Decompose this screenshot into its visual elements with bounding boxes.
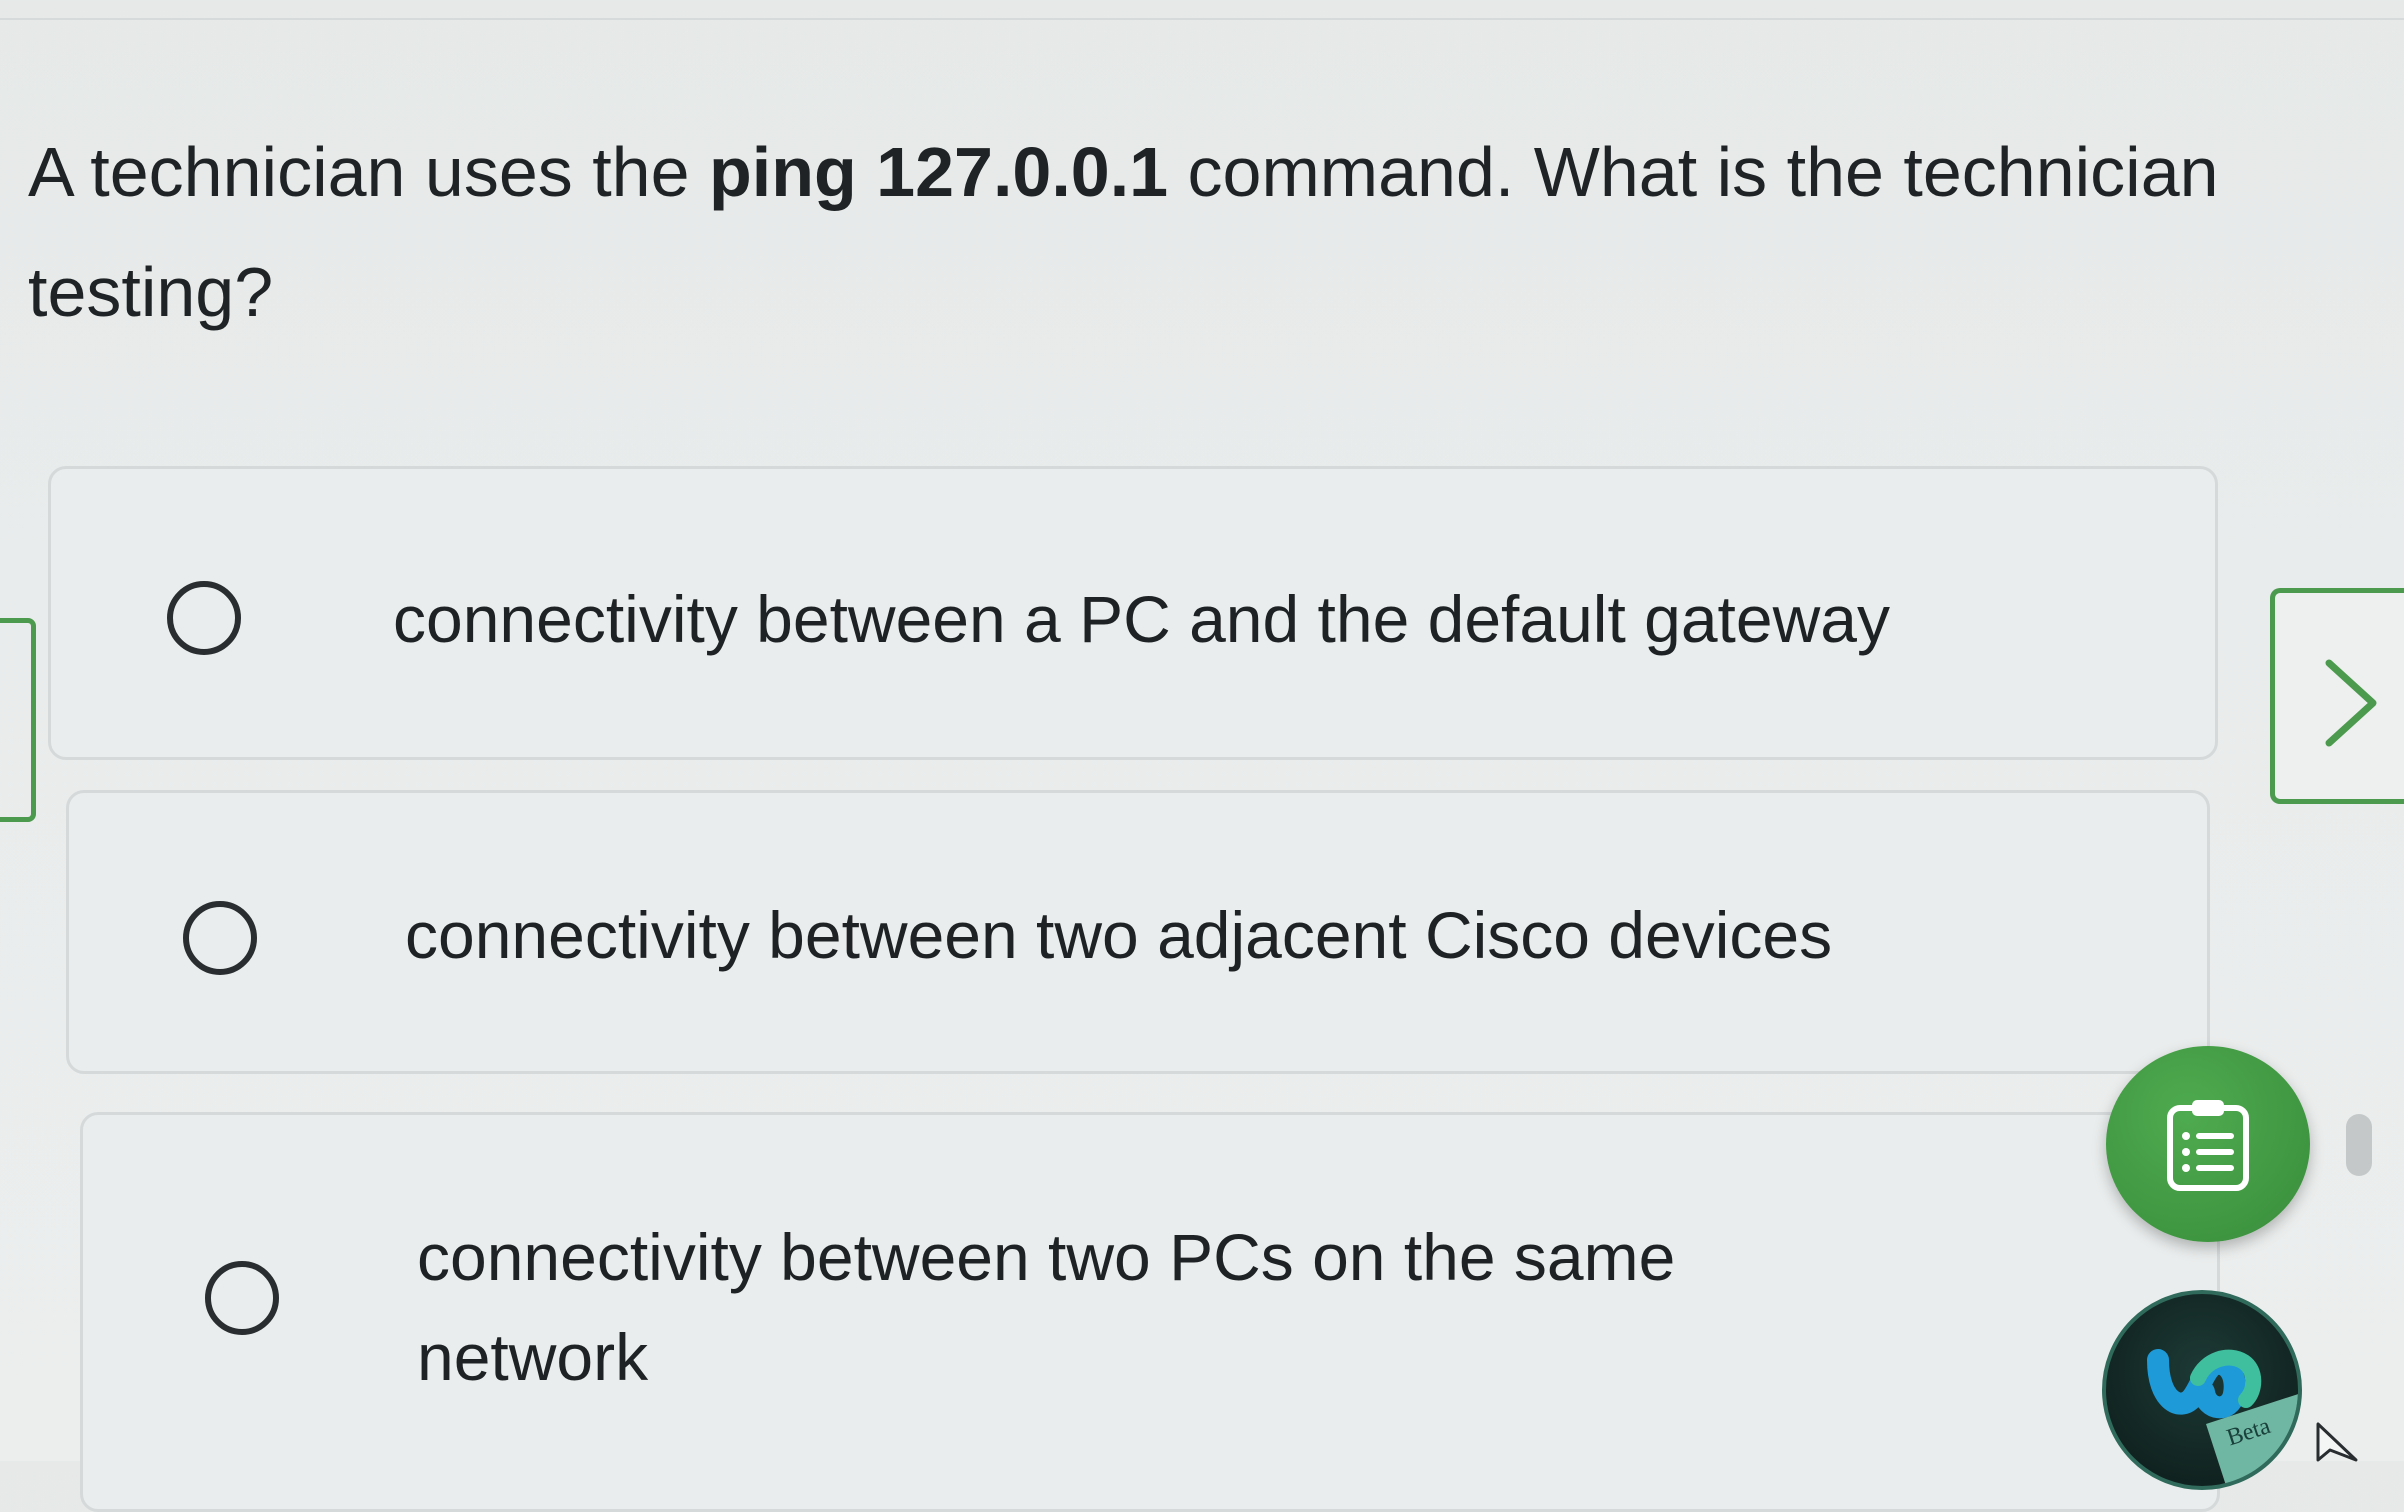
answer-option-label: connectivity between two adjacent Cisco … bbox=[405, 898, 1833, 972]
question-command: ping 127.0.0.1 bbox=[709, 133, 1169, 211]
scrollbar-thumb[interactable] bbox=[2346, 1114, 2372, 1176]
question-text: A technician uses the ping 127.0.0.1 com… bbox=[28, 112, 2248, 352]
notes-button[interactable] bbox=[2106, 1046, 2310, 1242]
radio-button[interactable] bbox=[183, 901, 257, 975]
webex-assistant-button[interactable]: Beta bbox=[2102, 1290, 2302, 1490]
mouse-pointer-icon bbox=[2316, 1422, 2358, 1462]
radio-button[interactable] bbox=[167, 581, 241, 655]
clipboard-list-icon bbox=[2167, 1100, 2249, 1191]
top-divider bbox=[0, 0, 2404, 20]
answer-option[interactable]: connectivity between a PC and the defaul… bbox=[48, 466, 2218, 760]
radio-button[interactable] bbox=[205, 1261, 279, 1335]
answer-option[interactable]: connectivity between two adjacent Cisco … bbox=[66, 790, 2210, 1074]
next-button[interactable] bbox=[2270, 588, 2404, 804]
chevron-right-icon bbox=[2325, 659, 2377, 747]
answer-option[interactable]: connectivity between two PCs on the same… bbox=[80, 1112, 2220, 1512]
question-prefix: A technician uses the bbox=[28, 133, 709, 211]
answer-option-label: connectivity between two PCs on the same… bbox=[417, 1220, 1676, 1394]
previous-side-tab[interactable] bbox=[0, 618, 36, 822]
answer-option-label: connectivity between a PC and the defaul… bbox=[393, 582, 1890, 656]
